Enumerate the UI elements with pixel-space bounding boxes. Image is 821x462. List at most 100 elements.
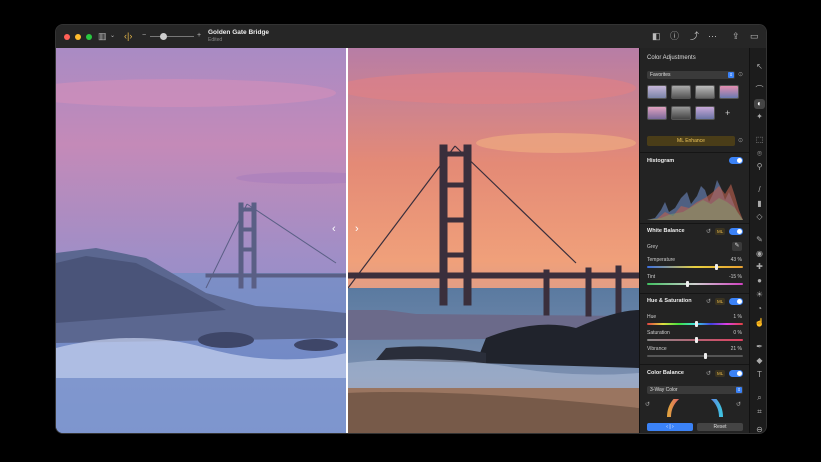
- preset-dropdown-value: Favorites: [650, 72, 671, 78]
- preset-thumb[interactable]: [647, 85, 667, 99]
- histogram-chart: [647, 180, 743, 220]
- chevron-right-icon[interactable]: ›: [355, 223, 359, 235]
- grey-label: Grey: [647, 244, 658, 250]
- selection-tool-icon[interactable]: ⬚: [754, 135, 765, 145]
- share-icon[interactable]: ⤴: [690, 31, 699, 41]
- preset-thumb[interactable]: [719, 85, 739, 99]
- preset-thumb[interactable]: [671, 106, 691, 120]
- histogram-toggle[interactable]: [729, 157, 743, 164]
- info-icon[interactable]: ⓘ: [670, 31, 679, 41]
- sponge-tool-icon[interactable]: ●: [754, 276, 765, 286]
- saturation-value: 0 %: [733, 330, 742, 336]
- preset-thumb[interactable]: [695, 85, 715, 99]
- preset-thumb[interactable]: [647, 106, 667, 120]
- shape-tool-icon[interactable]: ⌒: [754, 85, 765, 95]
- adjustments-panel: Color Adjustments Favorites ⇕ ⊙ + ML Enh…: [639, 48, 750, 433]
- export-icon[interactable]: ⇪: [732, 31, 740, 41]
- compare-icon[interactable]: ‹|›: [124, 31, 132, 41]
- hue-label: Hue: [647, 314, 657, 320]
- temperature-knob[interactable]: [715, 264, 718, 270]
- shapes-tool-icon[interactable]: ◆: [754, 356, 765, 366]
- smudge-tool-icon[interactable]: ☝: [754, 318, 765, 328]
- more-options-icon[interactable]: ⊙: [738, 71, 743, 78]
- zoom-out-icon[interactable]: −: [142, 31, 146, 41]
- vector-pen-icon[interactable]: ✒: [754, 342, 765, 352]
- preset-thumb[interactable]: [671, 85, 691, 99]
- more-tools-icon[interactable]: ⊖: [754, 425, 765, 433]
- color-wheel[interactable]: [665, 399, 725, 417]
- compare-button[interactable]: ‹ | ›: [647, 423, 693, 431]
- hue-saturation-label: Hue & Saturation: [647, 298, 692, 304]
- adjustments-icon[interactable]: ◧: [652, 31, 661, 41]
- hue-saturation-toggle[interactable]: [729, 298, 743, 305]
- sidebar-icon[interactable]: ▥: [98, 31, 107, 41]
- zoom-tool-icon[interactable]: ⌕: [754, 393, 765, 403]
- close-button[interactable]: [64, 33, 70, 40]
- magic-tool-icon[interactable]: ✦: [754, 112, 765, 122]
- reset-icon[interactable]: ↺: [645, 401, 650, 408]
- heal-tool-icon[interactable]: ✚: [754, 262, 765, 272]
- reset-icon[interactable]: ↺: [706, 228, 711, 235]
- lasso-tool-icon[interactable]: ⌾: [754, 149, 765, 159]
- reset-icon[interactable]: ↺: [736, 401, 741, 408]
- zoom-slider-track[interactable]: [150, 36, 194, 37]
- reset-icon[interactable]: ↺: [706, 370, 711, 377]
- ml-enhance-button[interactable]: ML Enhance: [647, 136, 735, 146]
- crop-tool-icon[interactable]: ⌗: [754, 407, 765, 417]
- hue-value: 1 %: [733, 314, 742, 320]
- ml-badge[interactable]: ML: [715, 228, 726, 235]
- before-after-divider[interactable]: [346, 48, 348, 433]
- burn-tool-icon[interactable]: ◔: [754, 304, 765, 314]
- ml-badge[interactable]: ML: [715, 370, 726, 377]
- tint-knob[interactable]: [686, 281, 689, 287]
- minimize-button[interactable]: [75, 33, 81, 40]
- color-balance-toggle[interactable]: [729, 370, 743, 377]
- text-tool-icon[interactable]: T: [754, 370, 765, 380]
- document-status: Edited: [208, 37, 223, 43]
- temperature-slider[interactable]: [647, 266, 743, 268]
- brush-tool-icon[interactable]: /: [754, 185, 765, 195]
- panel-toggle-icon[interactable]: ▭: [750, 31, 759, 41]
- divider: [640, 364, 750, 365]
- chevron-left-icon[interactable]: ‹: [332, 223, 336, 235]
- saturation-knob[interactable]: [695, 337, 698, 343]
- clone-tool-icon[interactable]: ◉: [754, 249, 765, 259]
- color-balance-label: Color Balance: [647, 370, 684, 376]
- eyedropper-icon[interactable]: ✎: [732, 242, 742, 251]
- preset-dropdown[interactable]: Favorites ⇕: [647, 71, 735, 79]
- chevron-down-icon[interactable]: ⌄: [110, 31, 115, 41]
- pen-tool-icon[interactable]: ✎: [754, 235, 765, 245]
- color-balance-mode-value: 3-Way Color: [650, 387, 678, 393]
- pointer-tool-icon[interactable]: ↖: [754, 62, 765, 72]
- bucket-tool-icon[interactable]: ▮: [754, 199, 765, 209]
- light-tool-icon[interactable]: ☀: [754, 290, 765, 300]
- reset-button[interactable]: Reset: [697, 423, 743, 431]
- color-balance-mode-dropdown[interactable]: 3-Way Color ⇕: [647, 386, 743, 394]
- magic-wand-icon[interactable]: ⚲: [754, 162, 765, 172]
- ml-enhance-options-icon[interactable]: ⊙: [738, 137, 743, 144]
- hue-knob[interactable]: [695, 321, 698, 327]
- more-icon[interactable]: ⋯: [708, 31, 717, 41]
- zoom-slider-knob[interactable]: [160, 33, 167, 40]
- vibrance-label: Vibrance: [647, 346, 667, 352]
- add-preset-icon[interactable]: +: [725, 108, 730, 118]
- photo-canvas[interactable]: ‹ ›: [56, 48, 639, 433]
- eraser-tool-icon[interactable]: ◇: [754, 212, 765, 222]
- zoom-button[interactable]: [86, 33, 92, 40]
- vibrance-slider[interactable]: [647, 355, 743, 357]
- zoom-in-icon[interactable]: +: [197, 31, 201, 41]
- reset-icon[interactable]: ↺: [706, 298, 711, 305]
- divider: [640, 293, 750, 294]
- temperature-label: Temperature: [647, 257, 676, 263]
- white-balance-toggle[interactable]: [729, 228, 743, 235]
- histogram-label: Histogram: [647, 158, 675, 164]
- saturation-label: Saturation: [647, 330, 670, 336]
- ml-badge[interactable]: ML: [715, 298, 726, 305]
- preset-thumb[interactable]: [695, 106, 715, 120]
- vibrance-knob[interactable]: [704, 353, 707, 359]
- tool-strip: ↖ ⌒ ◐ ✦ ⬚ ⌾ ⚲ / ▮ ◇ ✎ ◉ ✚ ● ☀ ◔ ☝ ✒ ◆ T …: [749, 48, 766, 433]
- document-name: Golden Gate Bridge: [208, 29, 270, 36]
- app-window: ▥ ⌄ ‹|› − + Golden Gate Bridge Edited ◧ …: [55, 24, 767, 434]
- color-adjust-tool-icon[interactable]: ◐: [754, 99, 765, 109]
- tint-slider[interactable]: [647, 283, 743, 285]
